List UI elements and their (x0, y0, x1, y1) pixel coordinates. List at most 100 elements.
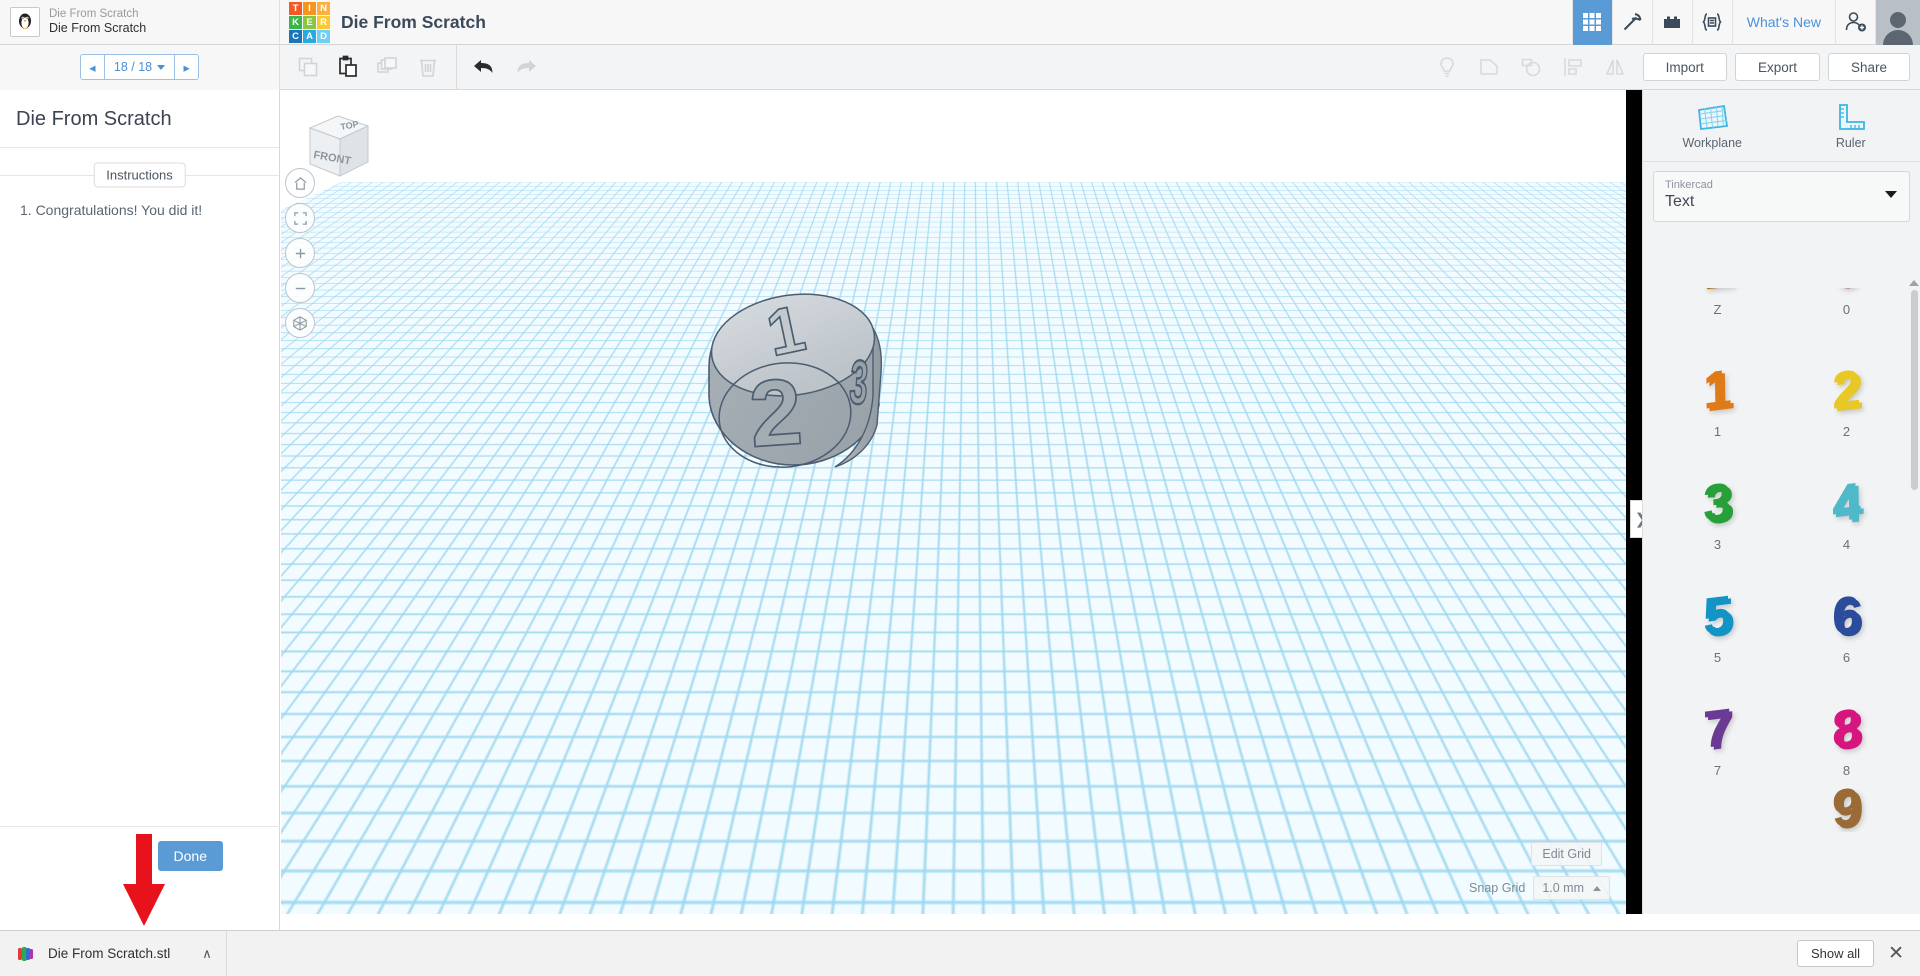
history-tool-group (457, 45, 553, 90)
edit-grid-button[interactable]: Edit Grid (1531, 842, 1602, 866)
browser-tab-title: Die From Scratch (49, 21, 147, 36)
shape-item[interactable]: 77 (1653, 669, 1782, 782)
viewport-nav-buttons (285, 168, 315, 338)
shape-thumbnail: 9 (1831, 782, 1862, 832)
mirror-icon[interactable] (1595, 45, 1635, 90)
toolbar-right-group: Import Export Share (1427, 45, 1920, 90)
logo-letter-d-8: D (317, 29, 330, 43)
share-button[interactable]: Share (1827, 53, 1910, 81)
show-all-button[interactable]: Show all (1796, 940, 1875, 967)
shape-panel-scrollbar[interactable] (1911, 290, 1918, 490)
perspective-toggle-button[interactable] (285, 308, 315, 338)
user-avatar[interactable] (1875, 0, 1920, 45)
ruler-tool[interactable]: Ruler (1782, 90, 1920, 161)
shape-grid-clipped-bottom: 9 (1643, 782, 1920, 832)
shape-item[interactable]: 55 (1653, 556, 1782, 669)
shape-item[interactable]: 88 (1782, 669, 1911, 782)
3d-viewport[interactable]: 1 2 3 TOP FRONT Edit Grid Snap Grid 1.0 … (281, 90, 1626, 914)
shape-library-select[interactable]: Tinkercad Text (1653, 171, 1910, 222)
shape-item[interactable]: 44 (1782, 443, 1911, 556)
logo-letter-k-3: K (289, 15, 302, 29)
shape-item[interactable]: 33 (1653, 443, 1782, 556)
lesson-sidebar: Die From Scratch Instructions 1. Congrat… (0, 90, 280, 956)
shape-label: 0 (1842, 302, 1851, 317)
download-file-name: Die From Scratch.stl (48, 946, 171, 961)
add-user-icon[interactable] (1835, 0, 1875, 45)
group-icon[interactable] (1469, 45, 1509, 90)
browser-tab[interactable]: Die From Scratch Die From Scratch (0, 0, 280, 45)
chevron-up-icon (1593, 885, 1601, 891)
step-counter[interactable]: 18 / 18 (104, 55, 175, 79)
shape-label: 6 (1842, 650, 1851, 665)
shape-label: Z (1713, 302, 1722, 317)
scroll-up-arrow-icon[interactable] (1909, 280, 1919, 286)
editor-toolbar: ◂ 18 / 18 ▸ Import Export Share (0, 44, 1920, 90)
logo-letter-e-4: E (303, 15, 316, 29)
logo-letter-a-7: A (303, 29, 316, 43)
workplane-tool[interactable]: Workplane (1643, 90, 1782, 161)
shape-grid-clipped-top: ZZ00 (1643, 288, 1920, 330)
shape-item[interactable]: 9 (1782, 782, 1911, 832)
lightbulb-note-icon[interactable] (1427, 45, 1467, 90)
whats-new-link[interactable]: What's New (1731, 0, 1835, 45)
shapes-panel: Workplane Ruler Tinkercad Text ZZ00 1122… (1642, 90, 1920, 914)
copy-icon[interactable] (288, 45, 328, 90)
logo-letter-r-5: R (317, 15, 330, 29)
shape-list-scroll[interactable]: ZZ00 1122334455667788 9 (1643, 288, 1920, 914)
instructions-tab-row: Instructions (0, 148, 279, 188)
shape-item[interactable]: 22 (1782, 330, 1911, 443)
lesson-page-nav: ◂ 18 / 18 ▸ (0, 44, 280, 90)
die-3d-model[interactable]: 1 2 3 (701, 275, 931, 505)
shape-item[interactable]: 00 (1782, 288, 1911, 330)
shape-thumbnail: 6 (1831, 585, 1862, 647)
header-right-controls: What's New (1571, 0, 1920, 45)
shape-label: 2 (1842, 424, 1851, 439)
shape-thumbnail: 3 (1702, 472, 1733, 534)
workplane-grid (281, 181, 1626, 914)
ruler-icon (1838, 103, 1865, 130)
document-title: Die From Scratch (341, 11, 486, 32)
blocks-icon[interactable] (1651, 0, 1692, 45)
align-icon[interactable] (1553, 45, 1593, 90)
logo-letter-n-2: N (317, 1, 330, 15)
close-icon[interactable]: ✕ (1888, 942, 1904, 965)
shape-grid: 1122334455667788 (1643, 330, 1920, 782)
download-item[interactable]: Die From Scratch.stl ∧ (0, 930, 227, 976)
snap-grid-value: 1.0 mm (1542, 881, 1584, 895)
grid-spacer (1653, 782, 1782, 832)
shape-item[interactable]: ZZ (1653, 288, 1782, 330)
grid-icon[interactable] (1571, 0, 1612, 45)
shape-item[interactable]: 66 (1782, 556, 1911, 669)
done-button[interactable]: Done (157, 840, 223, 871)
codeblocks-icon[interactable] (1691, 0, 1732, 45)
tinkercad-logo-area[interactable]: TIN KER CAD Die From Scratch (280, 1, 486, 43)
delete-icon[interactable] (408, 45, 448, 90)
zoom-out-button[interactable] (285, 273, 315, 303)
undo-icon[interactable] (465, 45, 505, 90)
duplicate-icon[interactable] (368, 45, 408, 90)
ungroup-icon[interactable] (1511, 45, 1551, 90)
download-bar: Die From Scratch.stl ∧ Show all ✕ (0, 930, 1920, 976)
shape-library-group-label: Tinkercad (1665, 179, 1713, 191)
export-button[interactable]: Export (1734, 53, 1820, 81)
pickaxe-icon[interactable] (1611, 0, 1652, 45)
tab-instructions[interactable]: Instructions (93, 162, 186, 188)
prev-step-button[interactable]: ◂ (80, 55, 105, 79)
home-view-button[interactable] (285, 168, 315, 198)
paste-icon[interactable] (328, 45, 368, 90)
redo-icon[interactable] (505, 45, 545, 90)
snap-grid-select[interactable]: 1.0 mm (1533, 876, 1610, 900)
workplane-icon (1698, 104, 1729, 130)
shape-label: 1 (1713, 424, 1722, 439)
import-button[interactable]: Import (1642, 53, 1727, 81)
tinkercad-logo[interactable]: TIN KER CAD (289, 1, 330, 43)
shape-label: 8 (1842, 763, 1851, 778)
download-expand-icon[interactable]: ∧ (182, 946, 212, 962)
download-bar-actions: Show all ✕ (1796, 940, 1920, 967)
shape-label: 7 (1713, 763, 1722, 778)
workplane-tool-label: Workplane (1682, 135, 1743, 150)
next-step-button[interactable]: ▸ (174, 55, 199, 79)
fit-to-view-button[interactable] (285, 203, 315, 233)
zoom-in-button[interactable] (285, 238, 315, 268)
shape-item[interactable]: 11 (1653, 330, 1782, 443)
